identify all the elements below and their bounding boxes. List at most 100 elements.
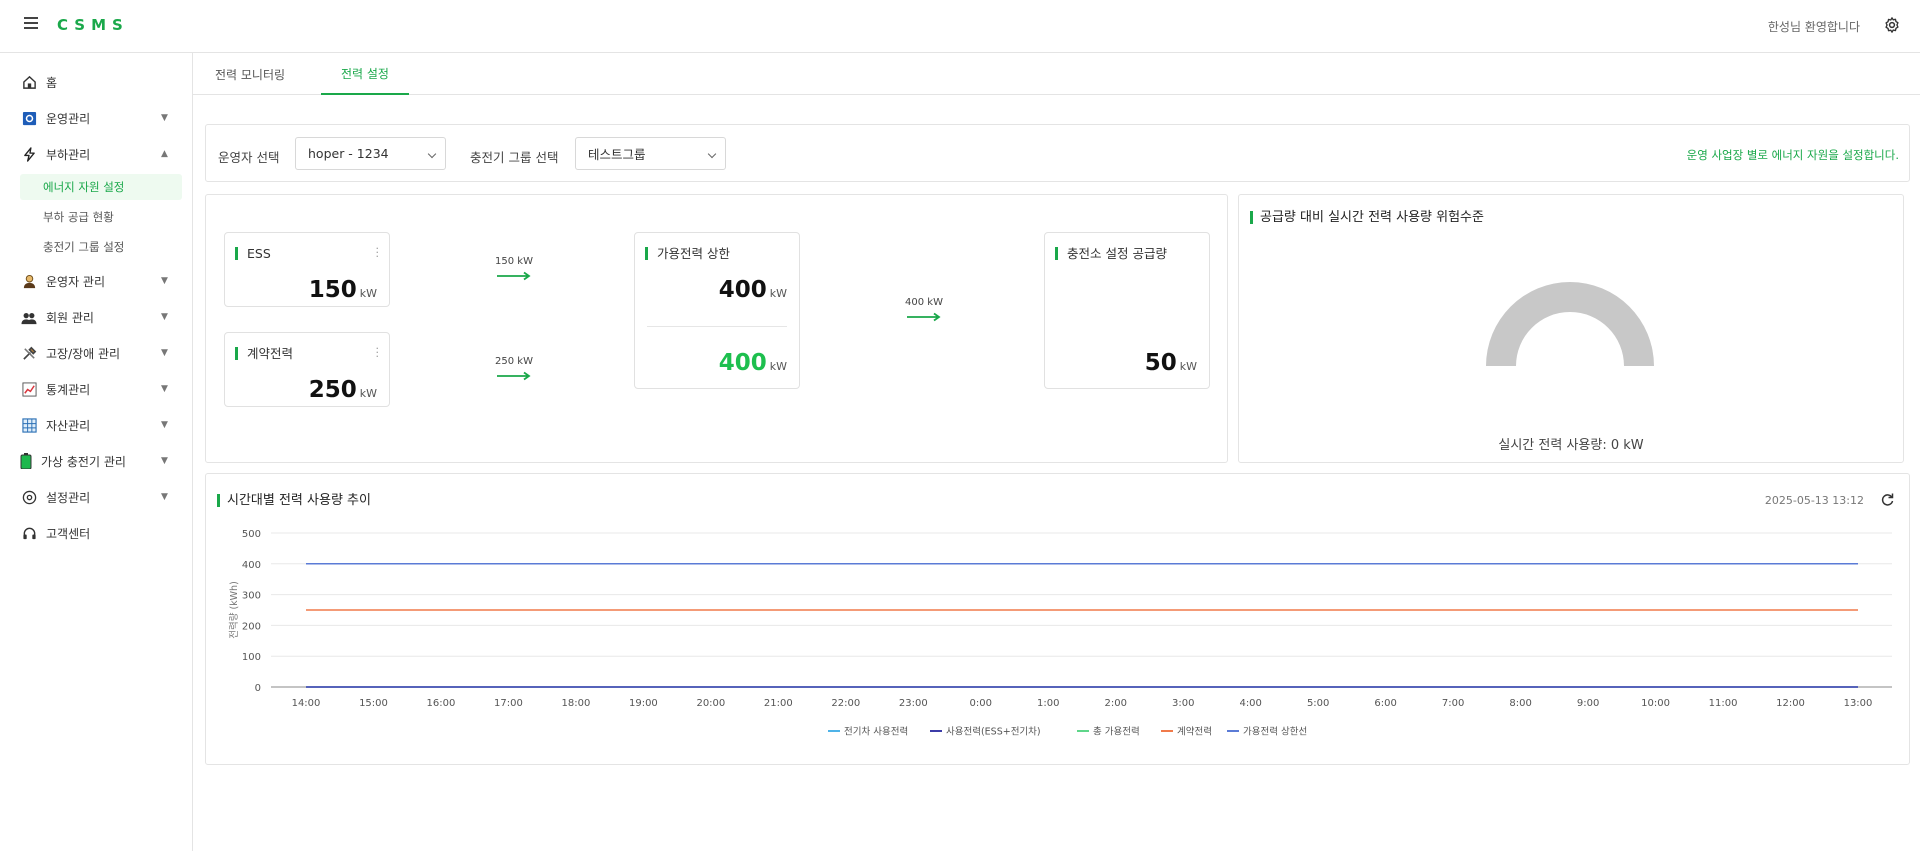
legend-item-label: 전기차 사용전력 bbox=[844, 726, 908, 738]
sidebar-subitem-label: 에너지 자원 설정 bbox=[43, 180, 125, 194]
operator-select-label: 운영자 선택 bbox=[218, 150, 280, 165]
sidebar-item-settings[interactable]: 설정관리 ▼ bbox=[0, 482, 193, 512]
sidebar-item-fault[interactable]: 고장/장애 관리 ▼ bbox=[0, 338, 193, 368]
ess-value: 150 kW bbox=[308, 277, 377, 303]
group-select[interactable]: 테스트그룹 bbox=[575, 137, 726, 170]
asset-icon bbox=[21, 417, 37, 433]
sidebar-item-home[interactable]: 홈 bbox=[0, 67, 193, 97]
operation-icon bbox=[21, 110, 37, 126]
y-tick-label: 300 bbox=[242, 591, 261, 602]
sidebar-item-virtual-charger[interactable]: 가상 충전기 관리 ▼ bbox=[0, 446, 193, 476]
operator-select-value: hoper - 1234 bbox=[308, 146, 389, 161]
capacity-card: 가용전력 상한 400 kW 400 kW bbox=[634, 232, 800, 389]
x-tick-label: 2:00 bbox=[1105, 698, 1127, 709]
top-bar: CSMS 한성님 환영합니다 bbox=[0, 0, 1920, 53]
stats-icon bbox=[21, 381, 37, 397]
contract-flow: 250 kW bbox=[494, 356, 534, 384]
lightning-icon bbox=[21, 146, 37, 162]
tools-icon bbox=[21, 345, 37, 361]
chevron-down-icon: ▼ bbox=[161, 420, 168, 430]
x-tick-label: 12:00 bbox=[1776, 698, 1805, 709]
x-tick-label: 13:00 bbox=[1844, 698, 1873, 709]
sidebar-item-operator[interactable]: 운영자 관리 ▼ bbox=[0, 266, 193, 296]
chevron-down-icon: ▼ bbox=[161, 492, 168, 502]
sidebar-item-load[interactable]: 부하관리 ▲ bbox=[0, 139, 193, 169]
sidebar-subitem-charger-group[interactable]: 충전기 그룹 설정 bbox=[20, 234, 182, 260]
filter-bar: 운영자 선택 hoper - 1234 충전기 그룹 선택 테스트그룹 운영 사… bbox=[205, 124, 1910, 182]
sidebar-item-label: 부하관리 bbox=[46, 147, 91, 162]
sidebar-item-member[interactable]: 회원 관리 ▼ bbox=[0, 302, 193, 332]
chevron-down-icon: ▼ bbox=[161, 312, 168, 322]
sidebar-item-label: 운영자 관리 bbox=[46, 274, 106, 289]
x-tick-label: 19:00 bbox=[629, 698, 658, 709]
sidebar-subitem-energy-resource[interactable]: 에너지 자원 설정 bbox=[20, 174, 182, 200]
tab-power-monitoring[interactable]: 전력 모니터링 bbox=[205, 53, 295, 95]
energy-flow-panel: ESS · · · 150 kW 계약전력 · · · 250 kW 150 kW 250 … bbox=[205, 194, 1228, 463]
member-icon bbox=[21, 309, 37, 325]
risk-gauge bbox=[1486, 282, 1654, 366]
x-tick-label: 3:00 bbox=[1172, 698, 1194, 709]
sidebar-item-operation[interactable]: 운영관리 ▼ bbox=[0, 103, 193, 133]
x-tick-label: 7:00 bbox=[1442, 698, 1464, 709]
station-supply-value: 50 kW bbox=[1144, 350, 1197, 376]
sidebar-item-label: 회원 관리 bbox=[46, 310, 94, 325]
x-tick-label: 4:00 bbox=[1239, 698, 1261, 709]
sidebar-item-label: 고객센터 bbox=[46, 526, 91, 541]
y-tick-label: 400 bbox=[242, 560, 261, 571]
y-tick-label: 500 bbox=[242, 529, 261, 540]
capacity-value-secondary: 400 kW bbox=[718, 350, 787, 376]
chevron-down-icon: ▼ bbox=[161, 384, 168, 394]
legend-item-label: 가용전력 상한선 bbox=[1243, 726, 1307, 738]
x-tick-label: 23:00 bbox=[899, 698, 928, 709]
chevron-down-icon: ▼ bbox=[161, 113, 168, 123]
capacity-flow-label: 400 kW bbox=[905, 297, 943, 308]
logo[interactable]: CSMS bbox=[57, 16, 129, 34]
chevron-down-icon: ▼ bbox=[161, 276, 168, 286]
x-tick-label: 16:00 bbox=[427, 698, 456, 709]
y-tick-label: 0 bbox=[255, 683, 261, 694]
battery-icon bbox=[18, 453, 34, 469]
legend-item-label: 총 가용전력 bbox=[1093, 726, 1140, 738]
operator-select[interactable]: hoper - 1234 bbox=[295, 137, 446, 170]
x-tick-label: 9:00 bbox=[1577, 698, 1599, 709]
sidebar-item-label: 자산관리 bbox=[46, 418, 91, 433]
group-select-label: 충전기 그룹 선택 bbox=[470, 150, 559, 165]
divider bbox=[647, 326, 787, 327]
legend-item-label: 사용전력(ESS+전기차) bbox=[946, 726, 1041, 738]
sidebar-subitem-label: 충전기 그룹 설정 bbox=[43, 240, 125, 254]
tab-power-settings[interactable]: 전력 설정 bbox=[321, 53, 409, 95]
x-tick-label: 15:00 bbox=[359, 698, 388, 709]
chevron-down-icon: ▼ bbox=[161, 456, 168, 466]
home-icon bbox=[21, 74, 37, 90]
contract-card: 계약전력 · · · 250 kW bbox=[224, 332, 390, 407]
arrow-right-icon bbox=[907, 312, 941, 322]
gear-icon[interactable] bbox=[1883, 16, 1901, 34]
gauge-track bbox=[1486, 282, 1654, 366]
sidebar-item-asset[interactable]: 자산관리 ▼ bbox=[0, 410, 193, 440]
x-tick-label: 11:00 bbox=[1709, 698, 1738, 709]
trend-chart: 0 100 200 300 400 500 14:00 15:00 16:00 17:00 18:0… bbox=[228, 529, 1892, 738]
legend-item-label: 계약전력 bbox=[1177, 726, 1212, 738]
sidebar-subitem-load-supply[interactable]: 부하 공급 현황 bbox=[20, 204, 182, 230]
station-supply-card: 충전소 설정 공급량 50 kW bbox=[1044, 232, 1210, 389]
sidebar-item-label: 고장/장애 관리 bbox=[46, 346, 121, 361]
capacity-value: 400 kW bbox=[718, 277, 787, 303]
chevron-down-icon bbox=[707, 149, 717, 159]
sidebar-subitem-label: 부하 공급 현황 bbox=[43, 210, 114, 224]
capacity-card-title: 가용전력 상한 bbox=[645, 247, 730, 260]
more-icon[interactable]: · · · bbox=[376, 343, 380, 362]
x-tick-label: 1:00 bbox=[1037, 698, 1059, 709]
x-tick-label: 8:00 bbox=[1509, 698, 1531, 709]
more-icon[interactable]: · · · bbox=[376, 243, 380, 262]
group-select-value: 테스트그룹 bbox=[588, 147, 646, 162]
sidebar-item-label: 운영관리 bbox=[46, 111, 91, 126]
sidebar-item-label: 홈 bbox=[46, 75, 58, 90]
sidebar-item-customer-center[interactable]: 고객센터 bbox=[0, 518, 193, 548]
sidebar-item-stats[interactable]: 통계관리 ▼ bbox=[0, 374, 193, 404]
sidebar: 홈 운영관리 ▼ 부하관리 ▲ 에너지 자원 설정 부하 공급 현황 충전기 그… bbox=[0, 53, 193, 851]
sidebar-item-label: 통계관리 bbox=[46, 382, 91, 397]
y-tick-label: 100 bbox=[242, 652, 261, 663]
welcome-text: 한성님 환영합니다 bbox=[1767, 20, 1860, 34]
x-tick-label: 18:00 bbox=[561, 698, 590, 709]
hamburger-icon[interactable] bbox=[24, 17, 38, 29]
